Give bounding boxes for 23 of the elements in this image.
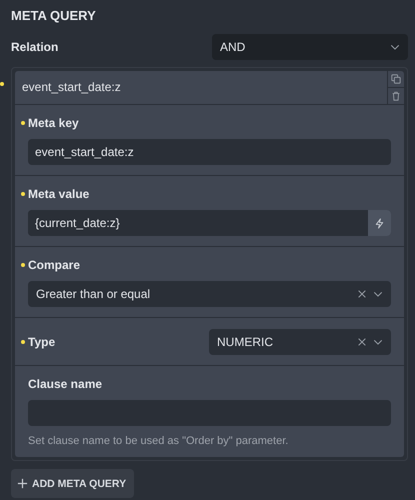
input-field[interactable] <box>28 400 391 426</box>
clause-title[interactable]: event_start_date:z <box>15 71 387 103</box>
field-label: Meta key <box>28 116 79 130</box>
chevron-down-icon <box>373 337 383 347</box>
relation-select[interactable]: AND <box>212 34 408 60</box>
help-text: Set clause name to be used as "Order by" parameter. <box>28 435 290 447</box>
select-field[interactable]: NUMERIC <box>209 329 391 355</box>
plus-icon <box>17 478 28 489</box>
chevron-down-icon <box>373 289 383 299</box>
field-label: Meta value <box>28 187 90 201</box>
lightning-icon <box>374 218 385 228</box>
field-label: Compare <box>28 258 80 272</box>
field-label: Clause name <box>28 377 102 391</box>
dynamic-tag-button[interactable] <box>368 210 391 236</box>
section-title: META QUERY <box>11 7 97 25</box>
clear-icon[interactable] <box>357 289 367 299</box>
clear-icon[interactable] <box>357 337 367 347</box>
select-field[interactable]: Greater than or equal <box>28 281 391 307</box>
relation-label: Relation <box>11 40 58 54</box>
add-meta-query-button[interactable]: ADD META QUERY <box>11 469 134 498</box>
input-field[interactable]: event_start_date:z <box>28 139 391 165</box>
chevron-down-icon <box>390 42 400 52</box>
field-label: Type <box>28 335 56 349</box>
